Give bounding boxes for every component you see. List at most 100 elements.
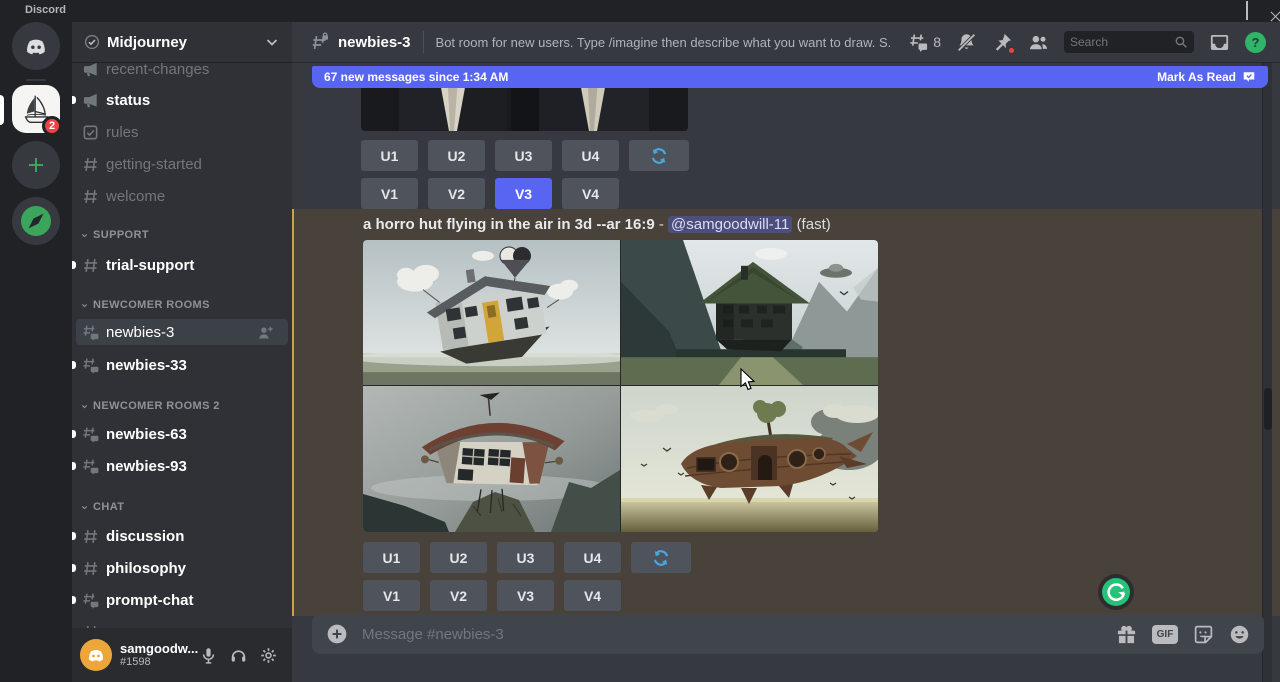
u4-button[interactable]: U4 — [562, 140, 619, 171]
v3-button-active[interactable]: V3 — [495, 178, 552, 209]
message-input[interactable]: Message #newbies-3 — [362, 626, 1116, 643]
u1-button[interactable]: U1 — [363, 542, 420, 573]
u1-button[interactable]: U1 — [361, 140, 418, 171]
v2-button[interactable]: V2 — [428, 178, 485, 209]
variation-row: V1 V2 V3 V4 — [363, 580, 621, 611]
mark-as-read-button[interactable]: Mark As Read — [1157, 70, 1236, 84]
rail-divider — [26, 79, 46, 81]
upscale-row: U1 U2 U3 U4 — [363, 542, 691, 573]
compass-icon — [12, 197, 60, 245]
rerun-icon — [652, 549, 670, 567]
user-mention[interactable]: @samgoodwill-11 — [668, 216, 792, 233]
u4-button[interactable]: U4 — [564, 542, 621, 573]
sidebar-item-discussion[interactable]: discussion — [76, 523, 288, 549]
sticker-icon[interactable] — [1193, 624, 1214, 645]
notifications-muted-icon[interactable] — [956, 32, 977, 53]
settings-gear-icon[interactable] — [260, 647, 277, 664]
grid-image-3[interactable] — [363, 386, 620, 532]
v4-button[interactable]: V4 — [564, 580, 621, 611]
sidebar-item-newbies-33[interactable]: newbies-33 — [76, 352, 288, 378]
grid-image-4[interactable] — [621, 386, 878, 532]
create-invite-icon[interactable] — [257, 324, 274, 341]
v1-button[interactable]: V1 — [361, 178, 418, 209]
window-maximize-button[interactable] — [1246, 2, 1248, 20]
gift-icon[interactable] — [1116, 624, 1137, 645]
add-server-button[interactable] — [12, 141, 60, 189]
app-title: Discord — [25, 4, 66, 16]
rerun-icon — [650, 147, 668, 165]
user-tag: #1598 — [120, 656, 196, 669]
emoji-icon[interactable] — [1229, 624, 1250, 645]
grammarly-button[interactable] — [1098, 574, 1134, 610]
sidebar-item-welcome[interactable]: welcome — [76, 183, 288, 209]
midjourney-image-grid[interactable] — [363, 240, 878, 532]
explore-servers-button[interactable] — [12, 197, 60, 245]
verified-check-icon — [84, 34, 100, 50]
unread-pill — [72, 596, 76, 604]
sidebar-item-trial-support[interactable]: trial-support — [76, 252, 288, 278]
server-mention-badge: 2 — [42, 116, 62, 136]
grid-image-1[interactable] — [363, 240, 620, 385]
member-list-icon[interactable] — [1028, 32, 1049, 53]
username: samgoodw... — [120, 641, 196, 656]
unread-pill — [72, 96, 76, 104]
background-window-strip — [0, 674, 1280, 682]
v2-button[interactable]: V2 — [430, 580, 487, 611]
server-header[interactable]: Midjourney — [72, 22, 292, 62]
message-composer[interactable]: Message #newbies-3 GIF — [312, 614, 1264, 654]
u2-button[interactable]: U2 — [430, 542, 487, 573]
category-support[interactable]: SUPPORT — [80, 229, 149, 241]
scrollbar-thumb[interactable] — [1264, 388, 1272, 430]
rerun-button[interactable] — [631, 542, 691, 573]
unread-pill — [72, 430, 76, 438]
v1-button[interactable]: V1 — [363, 580, 420, 611]
chevron-down-icon — [80, 301, 89, 310]
chevron-down-icon — [80, 231, 89, 240]
v3-button[interactable]: V3 — [497, 580, 554, 611]
mic-icon[interactable] — [200, 647, 217, 664]
hash-icon — [82, 560, 99, 577]
u3-button[interactable]: U3 — [495, 140, 552, 171]
sidebar-item-rules[interactable]: rules — [76, 119, 288, 145]
threads-button[interactable]: 8 — [908, 32, 941, 53]
hash-icon — [82, 156, 99, 173]
user-identity[interactable]: samgoodw... #1598 — [120, 641, 196, 669]
category-newcomer-rooms[interactable]: NEWCOMER ROOMS — [80, 299, 210, 311]
user-avatar[interactable] — [80, 639, 112, 671]
sidebar-item-getting-started[interactable]: getting-started — [76, 151, 288, 177]
v4-button[interactable]: V4 — [562, 178, 619, 209]
search-input[interactable]: Search — [1064, 31, 1194, 53]
grid-image-2[interactable] — [621, 240, 878, 385]
unread-pill — [72, 532, 76, 540]
sidebar-item-prompt-chat[interactable]: prompt-chat — [76, 587, 288, 613]
inbox-icon[interactable] — [1209, 32, 1230, 53]
u3-button[interactable]: U3 — [497, 542, 554, 573]
pinned-messages-button[interactable] — [992, 32, 1013, 53]
sidebar-item-newbies-63[interactable]: newbies-63 — [76, 421, 288, 447]
channel-topic[interactable]: Bot room for new users. Type /imagine th… — [436, 35, 891, 50]
discord-mascot-icon — [85, 644, 107, 666]
headphones-icon[interactable] — [230, 647, 247, 664]
announcement-icon — [82, 92, 99, 109]
hash-chat-icon — [82, 458, 99, 475]
grammarly-icon — [1101, 577, 1131, 607]
sidebar-item-newbies-3[interactable]: newbies-3 — [76, 319, 288, 345]
sidebar-item-philosophy[interactable]: philosophy — [76, 555, 288, 581]
sidebar-item-newbies-93[interactable]: newbies-93 — [76, 453, 288, 479]
window-titlebar: Discord — [0, 0, 1280, 22]
hash-chat-icon — [82, 426, 99, 443]
rerun-button[interactable] — [629, 140, 689, 171]
category-newcomer-rooms-2[interactable]: NEWCOMER ROOMS 2 — [80, 400, 220, 412]
help-glyph: ? — [1252, 35, 1260, 50]
category-chat[interactable]: CHAT — [80, 501, 124, 513]
home-button[interactable] — [12, 22, 60, 70]
sidebar-item-status[interactable]: status — [76, 87, 288, 113]
gif-picker-button[interactable]: GIF — [1152, 625, 1178, 644]
unread-pill — [72, 462, 76, 470]
new-messages-banner[interactable]: 67 new messages since 1:34 AM Mark As Re… — [312, 66, 1268, 88]
help-button[interactable]: ? — [1245, 32, 1266, 53]
u2-button[interactable]: U2 — [428, 140, 485, 171]
chevron-down-icon — [80, 503, 89, 512]
hash-chat-icon — [82, 324, 99, 341]
attach-plus-icon[interactable] — [326, 623, 348, 645]
